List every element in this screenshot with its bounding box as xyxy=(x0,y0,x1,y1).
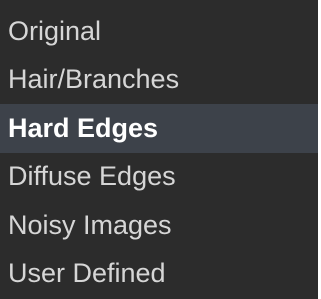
menu-item-hair-branches[interactable]: Hair/Branches xyxy=(0,56,318,105)
menu-item-hard-edges[interactable]: Hard Edges xyxy=(0,104,318,153)
menu-item-noisy-images[interactable]: Noisy Images xyxy=(0,201,318,250)
menu-item-original[interactable]: Original xyxy=(0,7,318,56)
preset-dropdown-menu: Original Hair/Branches Hard Edges Diffus… xyxy=(0,0,318,299)
menu-item-diffuse-edges[interactable]: Diffuse Edges xyxy=(0,153,318,202)
menu-item-user-defined[interactable]: User Defined xyxy=(0,250,318,299)
